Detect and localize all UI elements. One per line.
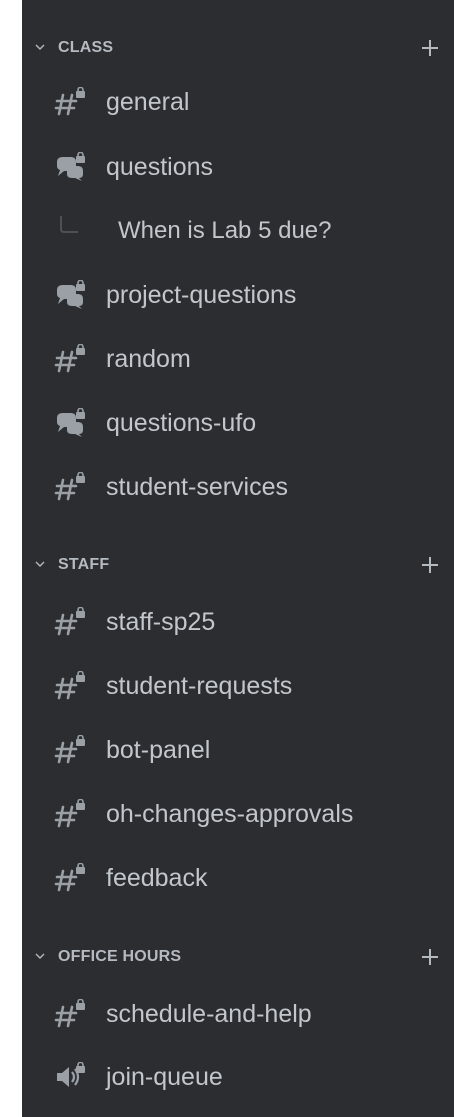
locked-forum-channel-icon: [57, 280, 85, 309]
channel-label: student-requests: [106, 672, 293, 700]
locked-voice-channel-icon: [57, 1062, 85, 1087]
category-label: OFFICE HOURS: [58, 948, 182, 965]
channel-feedback[interactable]: feedback: [32, 853, 442, 903]
channel-questions[interactable]: questions: [32, 142, 442, 192]
locked-text-channel-icon: [54, 863, 85, 892]
locked-forum-channel-icon: [57, 408, 85, 437]
chevron-down-icon: [35, 953, 45, 959]
channel-questions-ufo[interactable]: questions-ufo: [32, 398, 442, 448]
locked-text-channel-icon: [54, 87, 85, 116]
plus-icon[interactable]: [420, 947, 440, 967]
channel-general[interactable]: general: [32, 77, 442, 127]
channel-student-requests[interactable]: student-requests: [32, 661, 442, 711]
channel-label: questions: [106, 153, 214, 181]
channel-label: oh-changes-approvals: [106, 800, 354, 828]
channel-staff-sp25[interactable]: staff-sp25: [32, 597, 442, 647]
category-office-hours[interactable]: OFFICE HOURS: [22, 937, 454, 977]
category-label: CLASS: [58, 39, 114, 56]
channel-random[interactable]: random: [32, 334, 442, 384]
chevron-down-icon: [35, 44, 45, 50]
channel-label: bot-panel: [106, 736, 211, 764]
channel-label: general: [106, 88, 190, 116]
channel-label: staff-sp25: [106, 608, 216, 636]
locked-text-channel-icon: [54, 799, 85, 828]
category-label: STAFF: [58, 556, 110, 573]
channel-label: feedback: [106, 864, 208, 892]
thread-spine-icon: [60, 216, 78, 233]
channel-schedule-and-help[interactable]: schedule-and-help: [32, 989, 442, 1039]
channel-bot-panel[interactable]: bot-panel: [32, 725, 442, 775]
locked-forum-channel-icon: [57, 152, 85, 181]
locked-text-channel-icon: [54, 999, 85, 1028]
category-class[interactable]: CLASS: [22, 28, 454, 68]
locked-text-channel-icon: [54, 735, 85, 764]
channel-sidebar: CLASS general questions When is Lab 5 du…: [22, 0, 454, 1117]
channel-student-services[interactable]: student-services: [32, 462, 442, 512]
category-staff[interactable]: STAFF: [22, 545, 454, 585]
locked-text-channel-icon: [54, 671, 85, 700]
locked-text-channel-icon: [54, 472, 85, 501]
channel-label: schedule-and-help: [106, 1000, 312, 1028]
locked-text-channel-icon: [54, 607, 85, 636]
channel-join-queue[interactable]: join-queue: [32, 1052, 442, 1102]
channel-label: random: [106, 345, 191, 373]
plus-icon[interactable]: [420, 38, 440, 58]
locked-text-channel-icon: [54, 344, 85, 373]
plus-icon[interactable]: [420, 555, 440, 575]
thread-item[interactable]: When is Lab 5 due?: [32, 206, 442, 256]
thread-label: When is Lab 5 due?: [118, 217, 332, 244]
channel-oh-changes-approvals[interactable]: oh-changes-approvals: [32, 789, 442, 839]
channel-project-questions[interactable]: project-questions: [32, 270, 442, 320]
channel-label: questions-ufo: [106, 409, 257, 437]
channel-label: join-queue: [106, 1063, 223, 1091]
channel-label: student-services: [106, 473, 289, 501]
channel-label: project-questions: [106, 281, 297, 309]
chevron-down-icon: [35, 561, 45, 567]
